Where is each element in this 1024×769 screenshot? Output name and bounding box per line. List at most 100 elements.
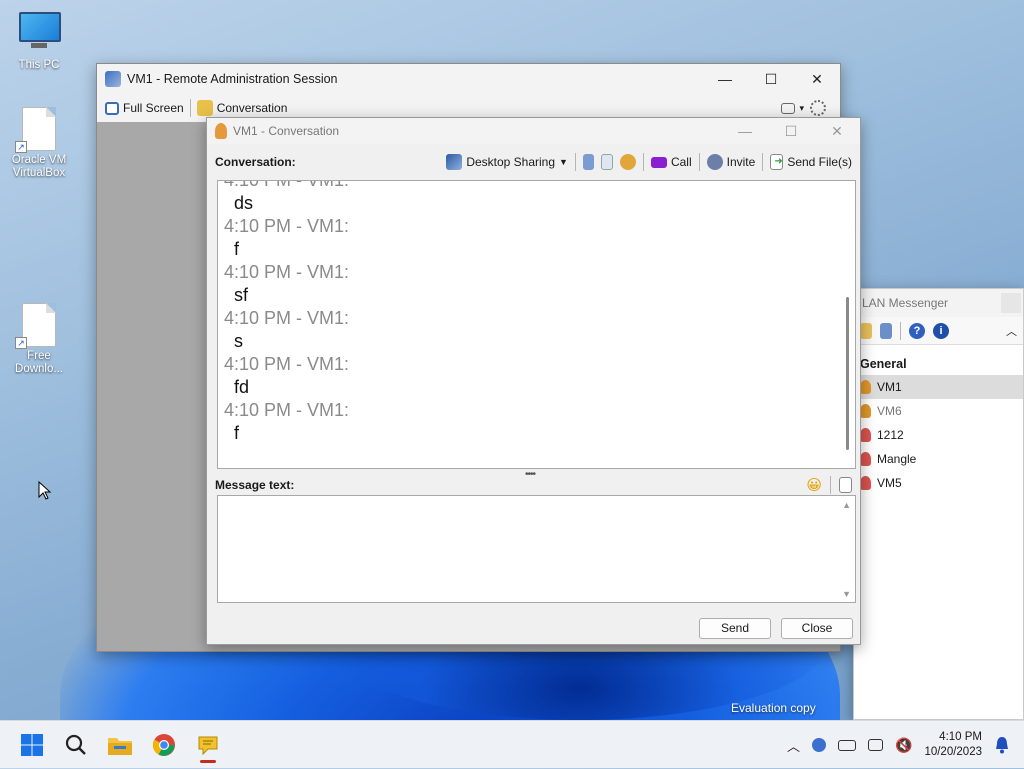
lan-messenger-window: LAN Messenger ? i ︿ General VM1 VM6 1212 Ma…: [853, 288, 1024, 720]
conversation-window-title: VM1 - Conversation: [233, 124, 340, 138]
message-input[interactable]: ▲ ▼: [217, 495, 856, 603]
separator: [698, 153, 700, 171]
conversation-window: VM1 - Conversation — ☐ ✕ Conversation: D…: [206, 117, 861, 645]
keyboard-icon[interactable]: [838, 739, 856, 751]
window-mode-icon: [781, 102, 796, 114]
collapse-chevron-icon[interactable]: ︿: [1006, 323, 1017, 339]
taskbar: ︿ 🔇 4:10 PM 10/20/2023: [0, 720, 1024, 768]
separator: [900, 321, 901, 340]
group-header[interactable]: General: [854, 345, 1023, 375]
user-status-icon: [860, 380, 871, 394]
onedrive-info-icon[interactable]: [812, 738, 826, 752]
desktop-icon-label: Free Downlo...: [15, 350, 63, 375]
contact-name: VM5: [877, 476, 902, 490]
chrome-button[interactable]: [144, 725, 184, 765]
close-button[interactable]: ✕: [814, 118, 860, 144]
contact-name: VM1: [877, 380, 902, 394]
shortcut-file-icon: ↗: [15, 107, 59, 153]
contact-item[interactable]: VM5: [854, 471, 1023, 495]
conversation-history[interactable]: 4:10 PM - VM1: ds 4:10 PM - VM1: f 4:10 PM …: [217, 180, 856, 469]
separator: [189, 99, 191, 117]
dropdown-arrow-icon: ▾: [799, 102, 804, 113]
volume-muted-icon[interactable]: 🔇: [895, 737, 912, 754]
settings-gear-icon[interactable]: [619, 154, 636, 170]
send-files-label: Send File(s): [787, 155, 852, 169]
message-timestamp: 4:10 PM - VM1:: [224, 354, 350, 374]
separator: [762, 153, 764, 171]
full-screen-button[interactable]: Full Screen: [105, 101, 184, 115]
maximize-button[interactable]: ☐: [748, 64, 794, 94]
minimize-button[interactable]: —: [722, 118, 768, 144]
conversation-titlebar: VM1 - Conversation — ☐ ✕: [207, 118, 860, 144]
desktop-sharing-icon: [446, 154, 463, 170]
message-toolbar: Message text: 😀: [215, 476, 852, 494]
message-text: sf: [234, 285, 249, 305]
font-settings-icon[interactable]: [839, 477, 852, 493]
desktop-sharing-button[interactable]: Desktop Sharing ▼: [446, 154, 568, 170]
search-button[interactable]: [56, 725, 96, 765]
network-icon[interactable]: [868, 739, 883, 751]
close-button[interactable]: ✕: [794, 64, 840, 94]
contact-item[interactable]: VM6: [854, 399, 1023, 423]
close-conversation-button[interactable]: Close: [781, 618, 853, 639]
contact-item[interactable]: Mangle: [854, 447, 1023, 471]
history-icon[interactable]: [582, 154, 594, 170]
message-text-label: Message text:: [215, 478, 295, 492]
lan-toolbar: ? i ︿: [854, 317, 1023, 345]
help-icon[interactable]: ?: [909, 322, 925, 339]
emoticon-icon[interactable]: 😀: [806, 476, 822, 494]
message-list: 4:10 PM - VM1: ds 4:10 PM - VM1: f 4:10 PM …: [218, 180, 837, 445]
window-mode-dropdown[interactable]: ▾: [781, 102, 804, 114]
info-icon[interactable]: i: [933, 322, 949, 339]
desktop-icon-this-pc[interactable]: This PC: [7, 12, 71, 72]
notification-bell-icon[interactable]: [994, 736, 1010, 754]
minimize-button[interactable]: —: [702, 64, 748, 94]
settings-gear-icon[interactable]: [810, 100, 826, 116]
contact-item[interactable]: 1212: [854, 423, 1023, 447]
lan-title: LAN Messenger: [862, 296, 949, 310]
start-button[interactable]: [12, 725, 52, 765]
windows-logo-icon: [21, 733, 43, 756]
separator: [642, 153, 644, 171]
status-icon[interactable]: [860, 322, 872, 339]
monitor-icon: [19, 12, 61, 56]
contact-item[interactable]: VM1: [854, 375, 1023, 399]
clock-time: 4:10 PM: [939, 731, 982, 743]
scroll-down-arrow-icon[interactable]: ▼: [842, 589, 851, 599]
lan-messenger-taskbar-button[interactable]: [188, 725, 228, 765]
send-file-icon: ➜: [770, 154, 784, 170]
message-timestamp: 4:10 PM - VM1:: [224, 216, 350, 236]
file-explorer-button[interactable]: [100, 725, 140, 765]
message-text: ds: [234, 193, 254, 213]
message-timestamp: 4:10 PM - VM1:: [224, 400, 350, 420]
active-indicator: [200, 759, 216, 763]
desktop-icon-virtualbox[interactable]: ↗ Oracle VM VirtualBox: [7, 107, 71, 180]
video-call-icon: [650, 156, 667, 168]
separator: [830, 476, 831, 494]
maximize-button[interactable]: ☐: [768, 118, 814, 144]
scroll-up-arrow-icon[interactable]: ▲: [842, 500, 851, 510]
desktop-icon-free-download[interactable]: ↗ Free Downlo...: [7, 303, 71, 376]
message-timestamp: 4:10 PM - VM1:: [224, 308, 350, 328]
history-icon[interactable]: [880, 322, 892, 339]
conversation-button[interactable]: Conversation: [196, 100, 287, 116]
shortcut-file-icon: ↗: [15, 303, 59, 349]
conversation-label: Conversation:: [215, 155, 296, 169]
dropdown-arrow-icon: ▼: [559, 157, 568, 167]
contact-name: VM6: [877, 404, 902, 418]
transfers-icon[interactable]: [600, 154, 613, 170]
show-hidden-icons-chevron-icon[interactable]: ︿: [787, 736, 800, 755]
conversation-icon: [196, 100, 213, 116]
invite-label: Invite: [726, 155, 756, 169]
message-timestamp: 4:10 PM - VM1:: [224, 180, 350, 190]
lan-close-button[interactable]: [1001, 293, 1021, 313]
clock[interactable]: 4:10 PM 10/20/2023: [924, 730, 982, 760]
call-button[interactable]: Call: [650, 155, 692, 169]
send-files-button[interactable]: ➜ Send File(s): [770, 154, 852, 170]
mouse-cursor-icon: [38, 481, 52, 500]
user-status-icon: [860, 452, 871, 466]
contact-name: Mangle: [877, 452, 917, 466]
invite-button[interactable]: Invite: [706, 154, 756, 170]
history-scrollbar[interactable]: [846, 297, 849, 450]
send-button[interactable]: Send: [699, 618, 771, 639]
